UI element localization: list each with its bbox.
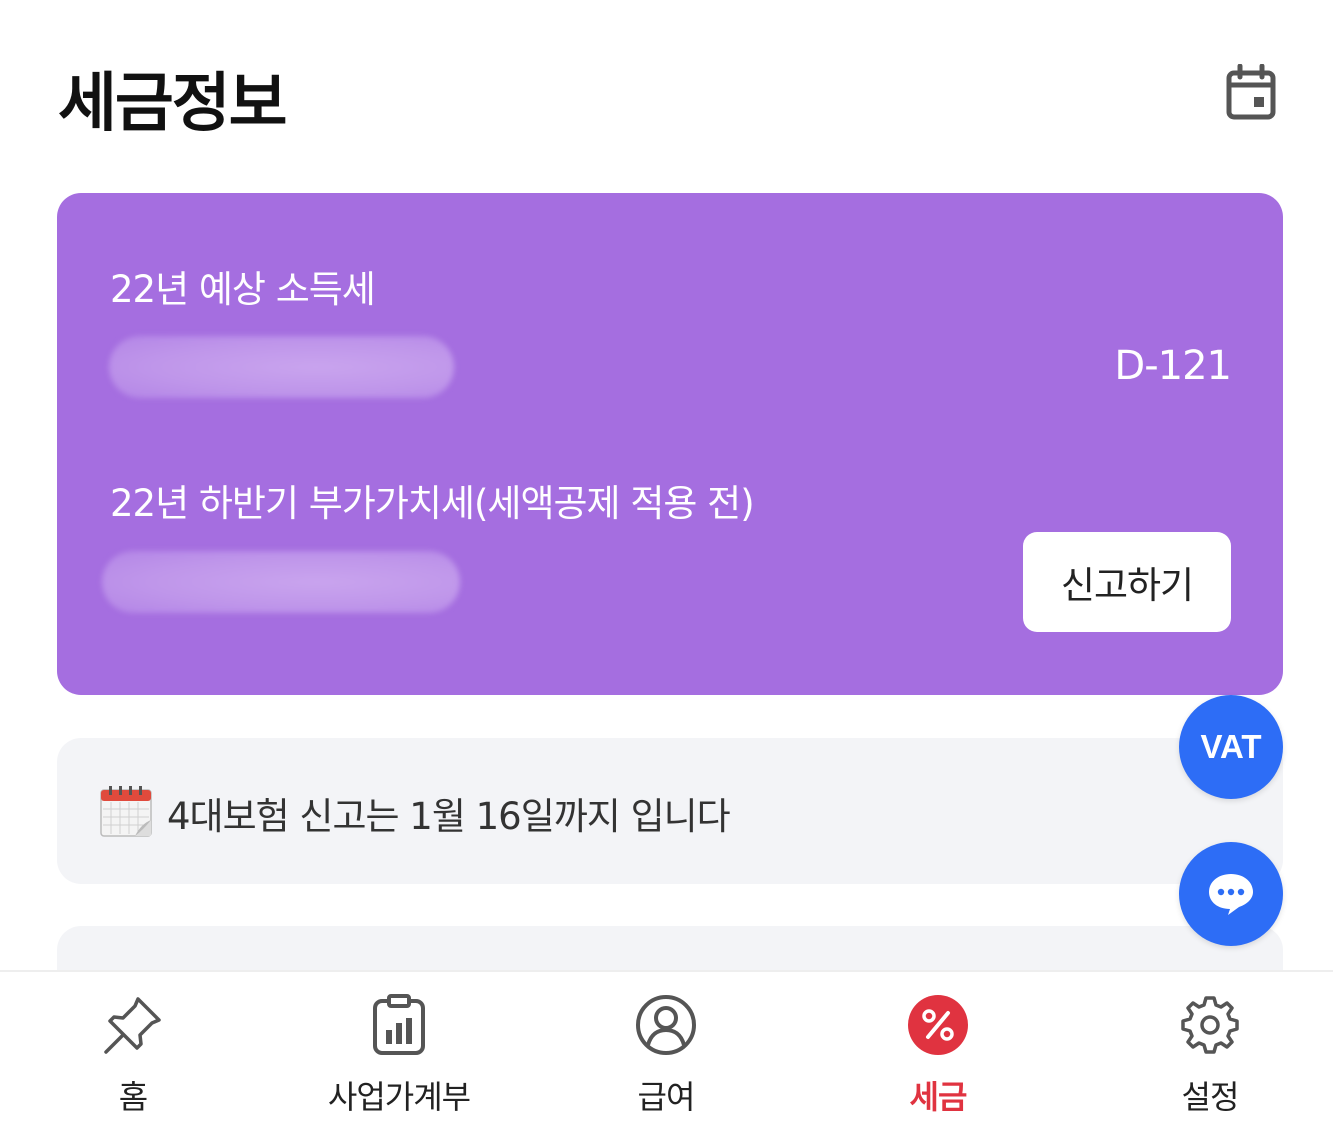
- screen: 세금정보 22년 예상 소득세 D-121 22년 하반기 부가가치세(세액공제…: [0, 0, 1333, 1124]
- report-button[interactable]: 신고하기: [1023, 532, 1231, 632]
- nav-item-home[interactable]: 홈: [0, 972, 266, 1124]
- income-tax-amount-masked: [109, 336, 454, 398]
- notice-card[interactable]: 4대보험 신고는 1월 16일까지 입니다: [57, 738, 1283, 884]
- tax-summary-card: 22년 예상 소득세 D-121 22년 하반기 부가가치세(세액공제 적용 전…: [57, 193, 1283, 695]
- header: 세금정보: [0, 0, 1333, 160]
- nav-label-settings: 설정: [1181, 1078, 1240, 1116]
- nav-item-tax[interactable]: 세금: [805, 972, 1071, 1124]
- calendar-icon: [1226, 64, 1276, 120]
- calendar-button[interactable]: [1222, 62, 1280, 122]
- nav-label-payroll: 급여: [637, 1078, 696, 1116]
- vat-fab-button[interactable]: VAT: [1179, 695, 1283, 799]
- vat-amount-masked: [102, 551, 460, 613]
- bottom-nav: 홈 사업가계부 급여 세금 설정: [0, 970, 1333, 1124]
- user-circle-icon: [636, 995, 696, 1055]
- clipboard-chart-icon: [373, 994, 425, 1055]
- dday-badge: D-121: [1114, 343, 1232, 389]
- nav-label-business-ledger: 사업가계부: [327, 1078, 471, 1116]
- nav-label-tax: 세금: [909, 1078, 968, 1116]
- nav-label-home: 홈: [118, 1078, 148, 1116]
- percent-icon: [908, 995, 968, 1055]
- notice-text: 4대보험 신고는 1월 16일까지 입니다: [167, 795, 731, 838]
- income-tax-label: 22년 예상 소득세: [110, 268, 376, 311]
- calendar-page-icon: [100, 786, 152, 837]
- page-title: 세금정보: [58, 67, 288, 141]
- nav-item-business-ledger[interactable]: 사업가계부: [266, 972, 532, 1124]
- nav-item-settings[interactable]: 설정: [1077, 972, 1333, 1124]
- pushpin-icon: [104, 997, 161, 1054]
- nav-item-payroll[interactable]: 급여: [533, 972, 799, 1124]
- chat-bubble-icon: [1209, 874, 1253, 915]
- gear-icon: [1181, 996, 1239, 1054]
- chat-fab-button[interactable]: [1179, 842, 1283, 946]
- vat-label: 22년 하반기 부가가치세(세액공제 적용 전): [110, 482, 755, 525]
